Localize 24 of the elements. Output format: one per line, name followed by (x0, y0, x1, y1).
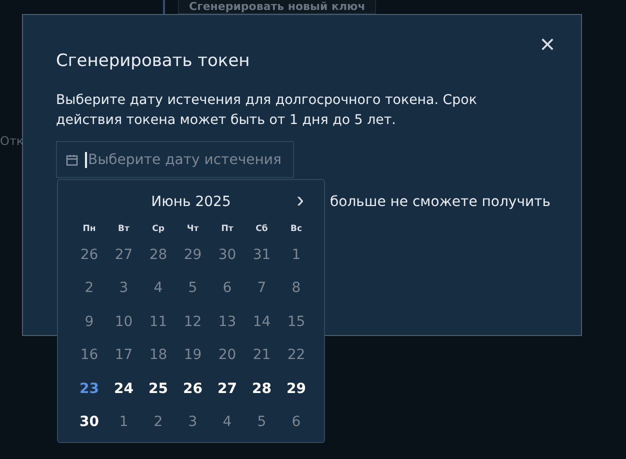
side-label: Отк (0, 134, 24, 148)
day-cell[interactable]: 26 (176, 372, 210, 406)
dialog-description: Выберите дату истечения для долгосрочного токена. Срок действия токена может быть от 1 дня до 5 лет. (56, 92, 478, 130)
dialog-title: Сгенерировать токен (56, 51, 251, 71)
weekday-label: Ср (151, 223, 166, 236)
day-cell[interactable]: 23 (72, 372, 106, 406)
day-cell[interactable]: 29 (279, 372, 314, 406)
weekday-label: Пн (82, 223, 97, 236)
day-cell[interactable]: 30 (72, 406, 106, 439)
month-title: Июнь 2025 (151, 194, 231, 210)
generate-key-button[interactable]: Сгенерировать новый ключ (178, 0, 376, 14)
weekday-label: Сб (254, 223, 269, 236)
weekday-label: Пт (220, 223, 234, 236)
weekday-label: Вт (117, 223, 130, 236)
day-cell[interactable]: 25 (141, 372, 176, 406)
day-cell[interactable]: 28 (244, 372, 279, 406)
close-button[interactable]: × (536, 31, 559, 57)
date-field[interactable]: Выберите дату истечения (56, 141, 294, 178)
day-cell[interactable]: 27 (210, 372, 244, 406)
calendar-icon (66, 154, 78, 166)
next-month-button[interactable]: › (296, 190, 304, 210)
weekday-label: Чт (186, 223, 200, 236)
weekday-label: Вс (289, 223, 304, 236)
day-cell[interactable]: 24 (106, 372, 141, 406)
